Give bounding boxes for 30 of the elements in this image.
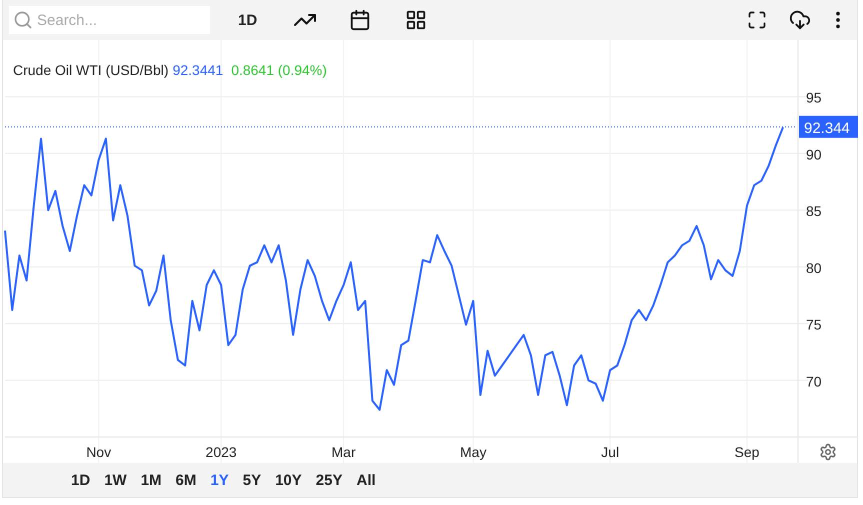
price-change: 0.8641 (0.94%) bbox=[231, 62, 327, 78]
range-button[interactable]: 1W bbox=[98, 468, 133, 492]
axis-label: 70 bbox=[806, 373, 822, 390]
axis-label: 90 bbox=[806, 146, 822, 162]
range-button[interactable]: 1M bbox=[134, 468, 168, 492]
range-button[interactable]: 1Y bbox=[204, 468, 235, 492]
range-button[interactable]: 1D bbox=[65, 468, 96, 492]
axis-label: 2023 bbox=[206, 444, 237, 460]
axis-label: Mar bbox=[332, 444, 356, 460]
ref-line-label: 92.344 bbox=[804, 120, 850, 137]
search-icon bbox=[13, 10, 33, 30]
range-button[interactable]: All bbox=[350, 468, 382, 492]
axis-label: Jul bbox=[601, 444, 620, 460]
axis-label: 80 bbox=[806, 260, 822, 276]
range-button[interactable]: 10Y bbox=[269, 468, 308, 492]
axis-label: 95 bbox=[806, 90, 822, 106]
price-value: 92.3441 bbox=[172, 62, 224, 78]
range-button[interactable]: 25Y bbox=[310, 468, 348, 492]
interval-button[interactable]: 1D bbox=[234, 8, 262, 32]
range-button[interactable]: 5Y bbox=[236, 468, 268, 492]
range-button[interactable]: 6M bbox=[170, 468, 202, 492]
axis-label: May bbox=[460, 444, 486, 460]
last-price-badge: 92.344 bbox=[799, 116, 858, 138]
axis-label: 85 bbox=[806, 203, 822, 220]
axis-label: 75 bbox=[806, 316, 822, 333]
search-field[interactable]: Search... bbox=[9, 6, 210, 34]
axis-label: Nov bbox=[86, 444, 112, 460]
settings-icon[interactable] bbox=[819, 443, 837, 461]
instrument-name: Crude Oil WTI (USD/Bbl) bbox=[13, 62, 169, 78]
axis-label: Sep bbox=[734, 444, 760, 460]
